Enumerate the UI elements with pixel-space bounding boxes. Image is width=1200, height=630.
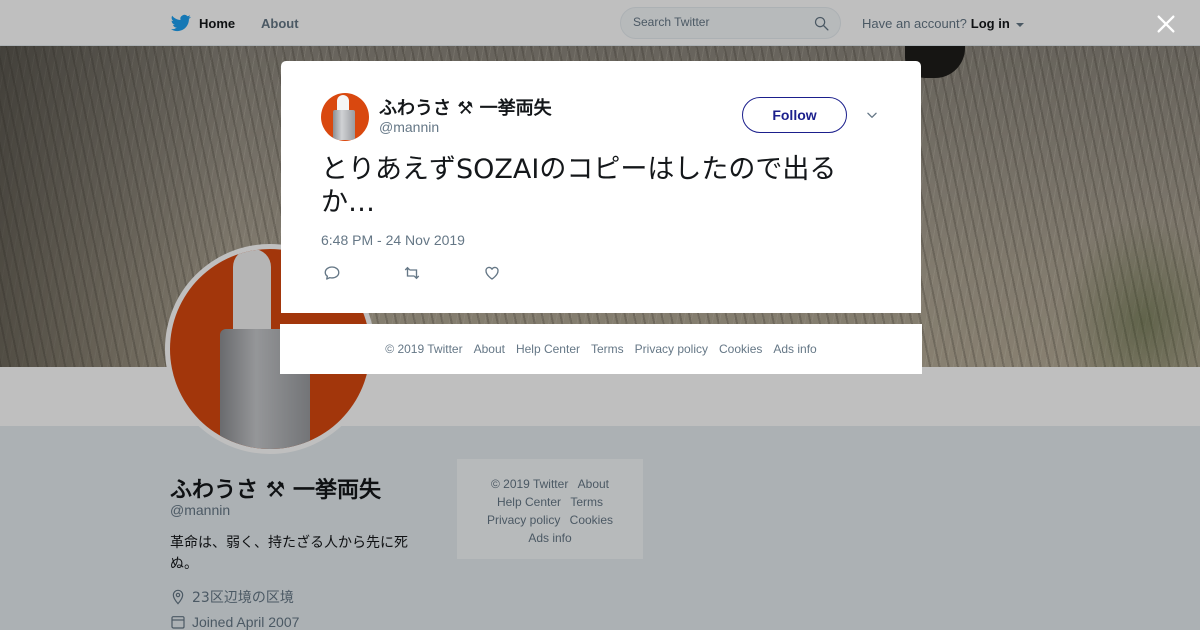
close-icon[interactable] xyxy=(1155,13,1177,35)
tweet-author-handle[interactable]: @mannin xyxy=(379,119,439,135)
follow-button[interactable]: Follow xyxy=(742,97,847,133)
tweet-timestamp[interactable]: 6:48 PM - 24 Nov 2019 xyxy=(321,232,465,248)
chevron-down-icon[interactable] xyxy=(865,108,879,122)
footer-help[interactable]: Help Center xyxy=(516,342,580,356)
tweet-author-name[interactable]: ふわうさ ⚒ 一挙両失 xyxy=(379,94,552,120)
tweet-author-avatar[interactable] xyxy=(321,93,369,141)
reply-icon[interactable] xyxy=(323,264,341,282)
footer-cookies[interactable]: Cookies xyxy=(719,342,762,356)
like-icon[interactable] xyxy=(483,264,501,282)
tweet-modal: ふわうさ ⚒ 一挙両失 @mannin Follow とりあえずSOZAIのコピ… xyxy=(281,61,921,313)
modal-footer: © 2019 Twitter About Help Center Terms P… xyxy=(280,324,922,374)
tweet-text: とりあえずSOZAIのコピーはしたので出るか… xyxy=(321,154,837,218)
tweet-actions xyxy=(323,264,501,282)
retweet-icon[interactable] xyxy=(403,264,421,282)
footer-ads[interactable]: Ads info xyxy=(773,342,816,356)
footer-privacy[interactable]: Privacy policy xyxy=(635,342,708,356)
footer-terms[interactable]: Terms xyxy=(591,342,624,356)
avatar-can xyxy=(333,110,355,140)
footer-about[interactable]: About xyxy=(474,342,505,356)
footer-copyright: © 2019 Twitter xyxy=(385,342,463,356)
